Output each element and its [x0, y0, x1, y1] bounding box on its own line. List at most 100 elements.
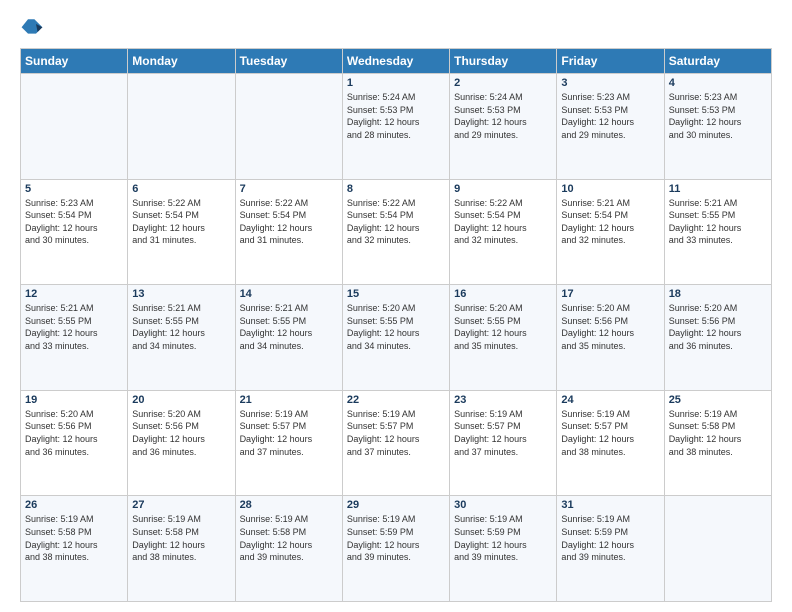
calendar-cell: 25 Sunrise: 5:19 AM Sunset: 5:58 PM Dayli… [664, 390, 771, 496]
calendar-cell: 21Sunrise: 5:19 AM Sunset: 5:57 PM Dayli… [235, 390, 342, 496]
day-number: 16 [454, 288, 552, 300]
day-info: Sunrise: 5:22 AM Sunset: 5:54 PM Dayligh… [132, 197, 230, 247]
day-number: 17 [561, 288, 659, 300]
calendar-cell: 13 Sunrise: 5:21 AM Sunset: 5:55 PM Dayli… [128, 285, 235, 391]
day-info: Sunrise: 5:23 AM Sunset: 5:54 PM Dayligh… [25, 197, 123, 247]
day-info: Sunrise: 5:21 AM Sunset: 5:55 PM Dayligh… [669, 197, 767, 247]
day-number: 20 [132, 394, 230, 406]
logo [20, 16, 48, 40]
calendar-cell: 23 Sunrise: 5:19 AM Sunset: 5:57 PM Dayli… [450, 390, 557, 496]
calendar-cell: 7 Sunrise: 5:22 AM Sunset: 5:54 PM Daylig… [235, 179, 342, 285]
calendar-cell: 24Sunrise: 5:19 AM Sunset: 5:57 PM Dayli… [557, 390, 664, 496]
day-info: Sunrise: 5:20 AM Sunset: 5:56 PM Dayligh… [25, 408, 123, 458]
day-number: 15 [347, 288, 445, 300]
day-info: Sunrise: 5:19 AM Sunset: 5:58 PM Dayligh… [669, 408, 767, 458]
day-number: 6 [132, 183, 230, 195]
day-info: Sunrise: 5:24 AM Sunset: 5:53 PM Dayligh… [347, 91, 445, 141]
day-number: 29 [347, 499, 445, 511]
weekday-header-tuesday: Tuesday [235, 49, 342, 74]
day-number: 27 [132, 499, 230, 511]
calendar-cell [664, 496, 771, 602]
calendar-cell: 16 Sunrise: 5:20 AM Sunset: 5:55 PM Dayli… [450, 285, 557, 391]
day-number: 30 [454, 499, 552, 511]
week-row-2: 5 Sunrise: 5:23 AM Sunset: 5:54 PM Daylig… [21, 179, 772, 285]
day-info: Sunrise: 5:23 AM Sunset: 5:53 PM Dayligh… [669, 91, 767, 141]
day-number: 31 [561, 499, 659, 511]
calendar-cell: 27 Sunrise: 5:19 AM Sunset: 5:58 PM Dayli… [128, 496, 235, 602]
day-number: 8 [347, 183, 445, 195]
day-info: Sunrise: 5:20 AM Sunset: 5:55 PM Dayligh… [454, 302, 552, 352]
calendar-cell: 17 Sunrise: 5:20 AM Sunset: 5:56 PM Dayli… [557, 285, 664, 391]
calendar-cell: 26 Sunrise: 5:19 AM Sunset: 5:58 PM Dayli… [21, 496, 128, 602]
day-number: 10 [561, 183, 659, 195]
calendar-cell: 28Sunrise: 5:19 AM Sunset: 5:58 PM Dayli… [235, 496, 342, 602]
day-info: Sunrise: 5:19 AM Sunset: 5:57 PM Dayligh… [561, 408, 659, 458]
day-info: Sunrise: 5:20 AM Sunset: 5:55 PM Dayligh… [347, 302, 445, 352]
calendar-cell: 2Sunrise: 5:24 AM Sunset: 5:53 PM Daylig… [450, 74, 557, 180]
calendar-cell: 14 Sunrise: 5:21 AM Sunset: 5:55 PM Dayli… [235, 285, 342, 391]
day-info: Sunrise: 5:23 AM Sunset: 5:53 PM Dayligh… [561, 91, 659, 141]
calendar-cell: 1 Sunrise: 5:24 AM Sunset: 5:53 PM Daylig… [342, 74, 449, 180]
day-number: 12 [25, 288, 123, 300]
weekday-header-wednesday: Wednesday [342, 49, 449, 74]
weekday-header-monday: Monday [128, 49, 235, 74]
weekday-header-friday: Friday [557, 49, 664, 74]
day-number: 23 [454, 394, 552, 406]
day-info: Sunrise: 5:22 AM Sunset: 5:54 PM Dayligh… [347, 197, 445, 247]
day-info: Sunrise: 5:21 AM Sunset: 5:55 PM Dayligh… [25, 302, 123, 352]
day-number: 9 [454, 183, 552, 195]
calendar-cell: 3 Sunrise: 5:23 AM Sunset: 5:53 PM Daylig… [557, 74, 664, 180]
weekday-header-saturday: Saturday [664, 49, 771, 74]
calendar-header: SundayMondayTuesdayWednesdayThursdayFrid… [21, 49, 772, 74]
week-row-1: 1 Sunrise: 5:24 AM Sunset: 5:53 PM Daylig… [21, 74, 772, 180]
page: SundayMondayTuesdayWednesdayThursdayFrid… [0, 0, 792, 612]
calendar-table: SundayMondayTuesdayWednesdayThursdayFrid… [20, 48, 772, 602]
calendar-cell: 9 Sunrise: 5:22 AM Sunset: 5:54 PM Daylig… [450, 179, 557, 285]
logo-icon [20, 16, 44, 40]
calendar-cell: 10 Sunrise: 5:21 AM Sunset: 5:54 PM Dayli… [557, 179, 664, 285]
calendar-cell: 18 Sunrise: 5:20 AM Sunset: 5:56 PM Dayli… [664, 285, 771, 391]
day-info: Sunrise: 5:21 AM Sunset: 5:55 PM Dayligh… [132, 302, 230, 352]
week-row-5: 26 Sunrise: 5:19 AM Sunset: 5:58 PM Dayli… [21, 496, 772, 602]
day-number: 4 [669, 77, 767, 89]
day-number: 3 [561, 77, 659, 89]
day-info: Sunrise: 5:20 AM Sunset: 5:56 PM Dayligh… [669, 302, 767, 352]
calendar-cell: 11 Sunrise: 5:21 AM Sunset: 5:55 PM Dayli… [664, 179, 771, 285]
day-info: Sunrise: 5:19 AM Sunset: 5:58 PM Dayligh… [132, 513, 230, 563]
day-info: Sunrise: 5:21 AM Sunset: 5:55 PM Dayligh… [240, 302, 338, 352]
day-number: 14 [240, 288, 338, 300]
calendar-cell: 30 Sunrise: 5:19 AM Sunset: 5:59 PM Dayli… [450, 496, 557, 602]
day-number: 28 [240, 499, 338, 511]
day-info: Sunrise: 5:19 AM Sunset: 5:57 PM Dayligh… [240, 408, 338, 458]
calendar-cell: 19 Sunrise: 5:20 AM Sunset: 5:56 PM Dayli… [21, 390, 128, 496]
day-number: 19 [25, 394, 123, 406]
day-info: Sunrise: 5:19 AM Sunset: 5:58 PM Dayligh… [25, 513, 123, 563]
weekday-header-row: SundayMondayTuesdayWednesdayThursdayFrid… [21, 49, 772, 74]
day-number: 13 [132, 288, 230, 300]
calendar-cell: 5 Sunrise: 5:23 AM Sunset: 5:54 PM Daylig… [21, 179, 128, 285]
day-info: Sunrise: 5:19 AM Sunset: 5:59 PM Dayligh… [561, 513, 659, 563]
day-number: 1 [347, 77, 445, 89]
day-info: Sunrise: 5:19 AM Sunset: 5:57 PM Dayligh… [454, 408, 552, 458]
day-info: Sunrise: 5:22 AM Sunset: 5:54 PM Dayligh… [454, 197, 552, 247]
day-number: 26 [25, 499, 123, 511]
day-info: Sunrise: 5:21 AM Sunset: 5:54 PM Dayligh… [561, 197, 659, 247]
calendar-cell [235, 74, 342, 180]
day-number: 7 [240, 183, 338, 195]
day-info: Sunrise: 5:20 AM Sunset: 5:56 PM Dayligh… [132, 408, 230, 458]
calendar-cell: 15 Sunrise: 5:20 AM Sunset: 5:55 PM Dayli… [342, 285, 449, 391]
calendar-cell [21, 74, 128, 180]
day-number: 18 [669, 288, 767, 300]
day-info: Sunrise: 5:19 AM Sunset: 5:59 PM Dayligh… [454, 513, 552, 563]
calendar-cell: 29 Sunrise: 5:19 AM Sunset: 5:59 PM Dayli… [342, 496, 449, 602]
day-number: 11 [669, 183, 767, 195]
day-info: Sunrise: 5:19 AM Sunset: 5:59 PM Dayligh… [347, 513, 445, 563]
day-number: 25 [669, 394, 767, 406]
day-info: Sunrise: 5:22 AM Sunset: 5:54 PM Dayligh… [240, 197, 338, 247]
day-info: Sunrise: 5:24 AM Sunset: 5:53 PM Dayligh… [454, 91, 552, 141]
week-row-3: 12 Sunrise: 5:21 AM Sunset: 5:55 PM Dayli… [21, 285, 772, 391]
day-number: 5 [25, 183, 123, 195]
calendar-cell [128, 74, 235, 180]
day-info: Sunrise: 5:20 AM Sunset: 5:56 PM Dayligh… [561, 302, 659, 352]
calendar-cell: 12 Sunrise: 5:21 AM Sunset: 5:55 PM Dayli… [21, 285, 128, 391]
